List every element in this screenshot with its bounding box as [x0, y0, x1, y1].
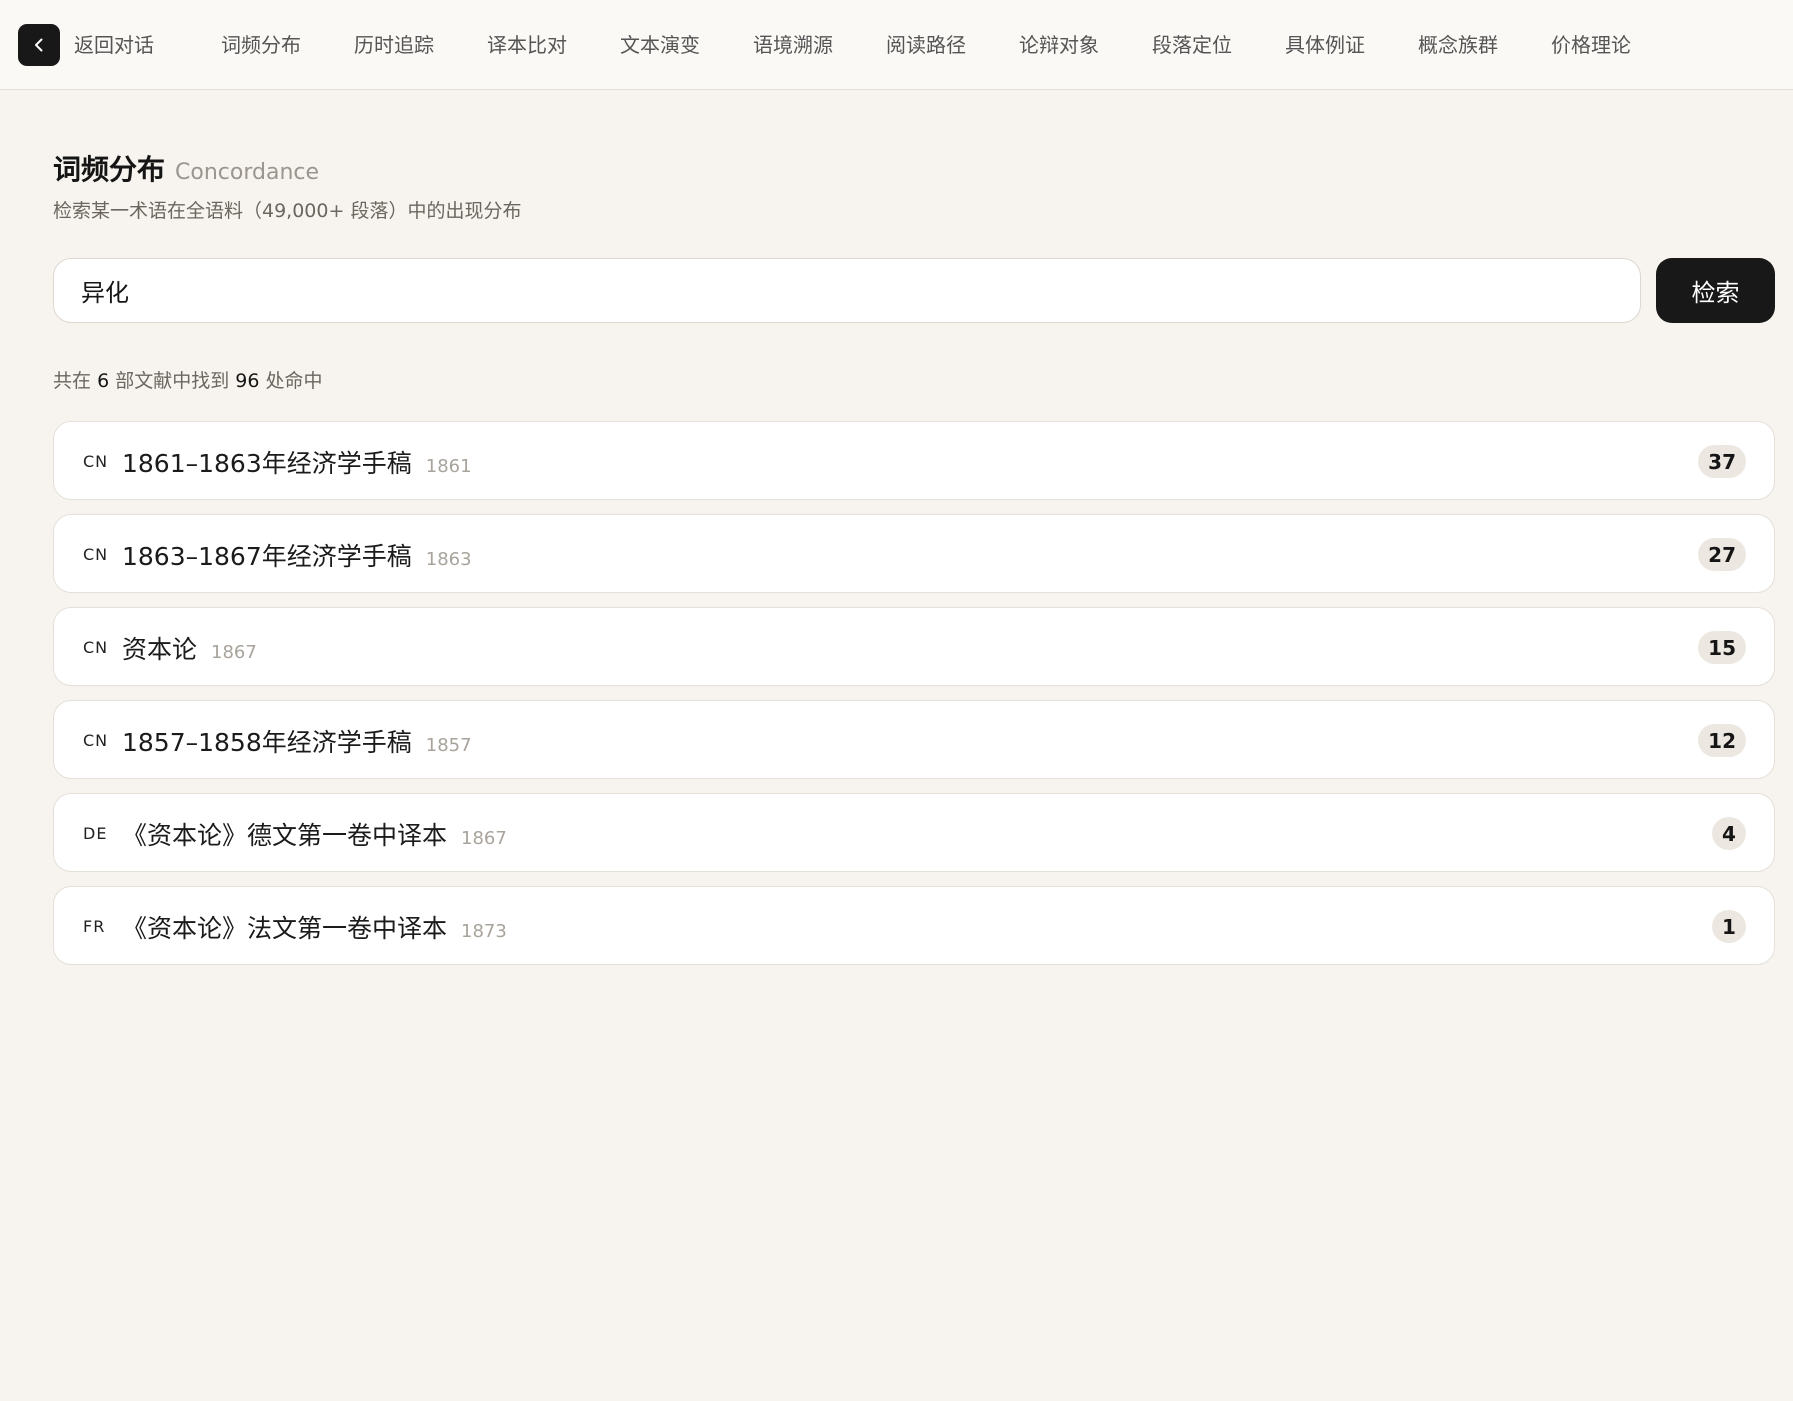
summary-hit-count: 96	[235, 370, 260, 392]
summary-prefix: 共在	[53, 370, 92, 392]
tab-diachronic[interactable]: 历时追踪	[354, 30, 487, 60]
document-title-group: 1861–1863年经济学手稿 1861	[122, 444, 472, 480]
search-input[interactable]	[81, 276, 1581, 305]
result-row[interactable]: FR 《资本论》法文第一卷中译本 1873 1	[53, 886, 1775, 965]
tab-concept-cluster[interactable]: 概念族群	[1418, 30, 1551, 60]
tab-list: 词频分布 历时追踪 译本比对 文本演变 语境溯源 阅读路径 论辩对象 段落定位 …	[221, 30, 1684, 60]
document-title: 资本论	[122, 635, 198, 664]
top-nav-bar: 返回对话 词频分布 历时追踪 译本比对 文本演变 语境溯源 阅读路径 论辩对象 …	[0, 0, 1793, 90]
tab-reading-path[interactable]: 阅读路径	[886, 30, 1019, 60]
hit-count-badge: 15	[1698, 631, 1746, 664]
document-year: 1867	[461, 828, 507, 849]
page-title: 词频分布	[53, 153, 166, 186]
summary-doc-count: 6	[97, 370, 110, 392]
tab-context-origin[interactable]: 语境溯源	[753, 30, 886, 60]
tab-examples[interactable]: 具体例证	[1285, 30, 1418, 60]
language-code: CN	[83, 452, 109, 471]
result-row[interactable]: CN 1857–1858年经济学手稿 1857 12	[53, 700, 1775, 779]
document-title-group: 《资本论》德文第一卷中译本 1867	[122, 816, 507, 852]
back-button[interactable]	[18, 24, 60, 66]
hit-count-badge: 4	[1712, 817, 1746, 850]
page-header: 词频分布 Concordance	[53, 148, 319, 188]
document-title-group: 1863–1867年经济学手稿 1863	[122, 537, 472, 573]
chevron-left-icon	[35, 38, 43, 52]
document-title-group: 资本论 1867	[122, 630, 257, 666]
search-box	[53, 258, 1641, 323]
hit-count-badge: 12	[1698, 724, 1746, 757]
document-year: 1863	[425, 549, 472, 570]
document-title-group: 《资本论》法文第一卷中译本 1873	[122, 909, 507, 945]
result-row[interactable]: CN 1861–1863年经济学手稿 1861 37	[53, 421, 1775, 500]
language-code: FR	[83, 917, 106, 936]
hit-count-badge: 1	[1712, 910, 1746, 943]
document-year: 1873	[461, 921, 507, 942]
tab-debate-targets[interactable]: 论辩对象	[1019, 30, 1152, 60]
result-summary: 共在 6 部文献中找到 96 处命中	[53, 366, 323, 393]
summary-suffix: 处命中	[265, 370, 323, 392]
document-title: 1857–1858年经济学手稿	[122, 728, 412, 757]
search-button[interactable]: 检索	[1656, 258, 1775, 323]
document-title: 1861–1863年经济学手稿	[122, 449, 412, 478]
hit-count-badge: 37	[1698, 445, 1746, 478]
page-subtitle: 检索某一术语在全语料（49,000+ 段落）中的出现分布	[53, 200, 522, 222]
back-to-chat-link[interactable]: 返回对话	[74, 30, 154, 60]
document-title: 1863–1867年经济学手稿	[122, 542, 412, 571]
tab-text-evolution[interactable]: 文本演变	[620, 30, 753, 60]
summary-middle: 部文献中找到	[115, 370, 230, 392]
tab-translation-compare[interactable]: 译本比对	[487, 30, 620, 60]
result-row[interactable]: DE 《资本论》德文第一卷中译本 1867 4	[53, 793, 1775, 872]
tab-paragraph-locate[interactable]: 段落定位	[1152, 30, 1285, 60]
page-title-en: Concordance	[175, 160, 320, 185]
document-title: 《资本论》法文第一卷中译本	[122, 914, 448, 943]
language-code: CN	[83, 638, 109, 657]
language-code: CN	[83, 545, 109, 564]
tab-price-theory[interactable]: 价格理论	[1551, 30, 1684, 60]
result-list: CN 1861–1863年经济学手稿 1861 37 CN 1863–1867年…	[53, 421, 1775, 979]
tab-concordance[interactable]: 词频分布	[221, 30, 354, 60]
result-row[interactable]: CN 1863–1867年经济学手稿 1863 27	[53, 514, 1775, 593]
language-code: CN	[83, 731, 109, 750]
document-title-group: 1857–1858年经济学手稿 1857	[122, 723, 472, 759]
result-row[interactable]: CN 资本论 1867 15	[53, 607, 1775, 686]
document-year: 1861	[425, 456, 472, 477]
document-year: 1857	[425, 735, 472, 756]
document-year: 1867	[211, 642, 257, 663]
language-code: DE	[83, 824, 108, 843]
hit-count-badge: 27	[1698, 538, 1746, 571]
document-title: 《资本论》德文第一卷中译本	[122, 821, 448, 850]
